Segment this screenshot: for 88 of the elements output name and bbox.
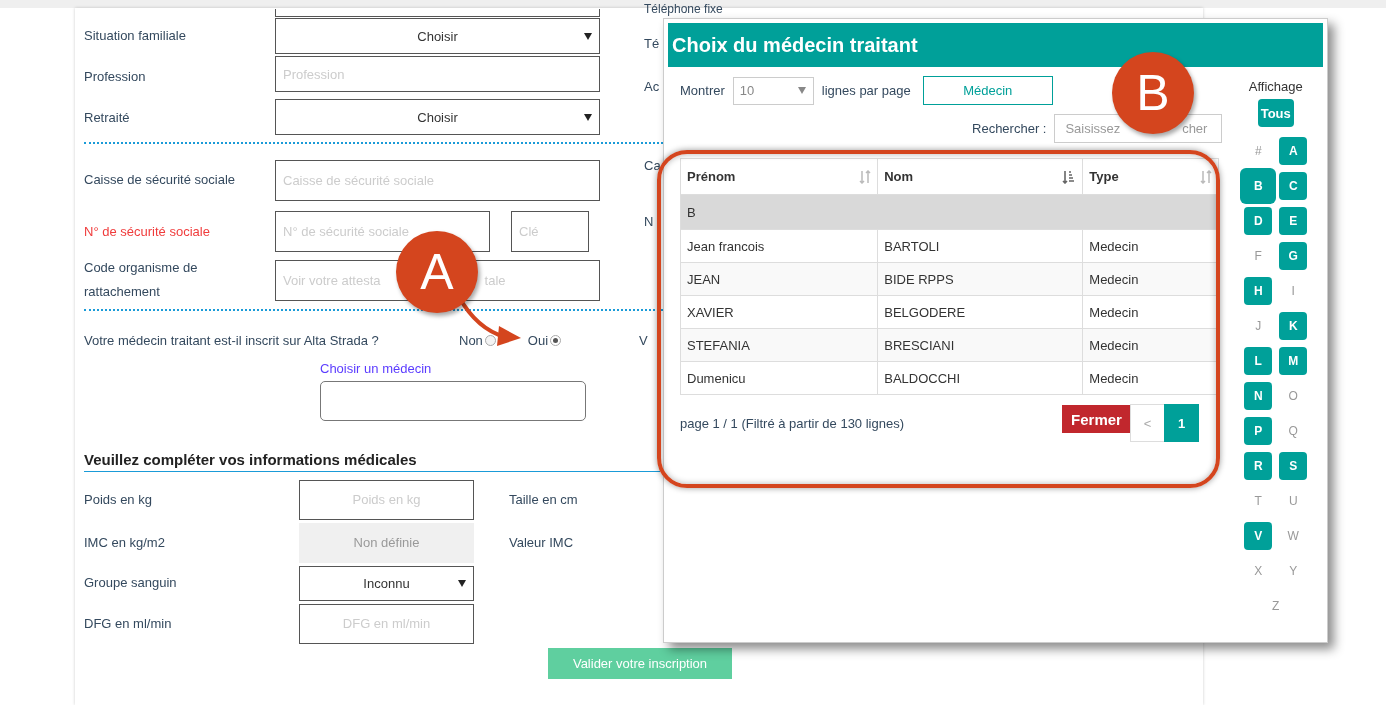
field-label: N [644,213,654,229]
field-label: Ca [644,157,661,173]
table-cell: BELGODERE [877,295,1083,329]
letter-button[interactable]: K [1279,311,1308,340]
close-button[interactable]: Fermer [1062,405,1131,433]
table-cell: JEAN [680,262,878,296]
letter-button[interactable]: P [1244,416,1273,445]
column-header[interactable]: Type [1082,158,1219,195]
letter-button[interactable]: T [1244,486,1273,515]
letter-button[interactable]: B [1240,167,1277,204]
field-label: Situation familiale [84,27,187,45]
field-label: Poids en kg [84,490,153,509]
column-header[interactable]: Prénom [680,158,878,195]
search-label: Rechercher : [972,120,1047,136]
letter-button[interactable]: Q [1279,416,1308,445]
letter-button[interactable]: A [1279,136,1308,165]
letter-button[interactable]: W [1279,521,1308,550]
sort-descending-icon[interactable] [1062,169,1077,184]
type-filter-button[interactable]: Médecin [922,76,1053,105]
table-info: page 1 / 1 (Filtré à partir de 130 lignes) [680,415,905,431]
page-size-label: lignes par page [821,83,911,98]
letter-button[interactable]: U [1279,486,1308,515]
field-label: DFG en ml/min [84,614,173,633]
letter-button[interactable]: J [1244,311,1273,340]
field-label: Retraité [84,109,131,127]
field-label: Té [644,36,660,53]
field-label: V [639,332,648,348]
question-text: Votre médecin traitant est-il inscrit sur Alta Strada ? [84,332,380,348]
letter-button[interactable]: G [1279,241,1308,270]
page-size-label: Montrer [680,83,725,98]
field-label: Valeur IMC [509,535,574,550]
page-size-select[interactable]: 10 [732,76,814,105]
table-cell: BALDOCCHI [877,361,1083,395]
letter-button[interactable]: Z [1261,591,1290,620]
caret-icon [584,32,592,40]
readonly-field: Non définie [299,522,474,563]
all-letters-button[interactable]: Tous [1257,99,1294,127]
filter-title: Affichage [1248,79,1303,94]
field-label: Code organisme de rattachement [84,259,199,301]
field-label: Taille en cm [509,492,578,507]
letter-button[interactable]: I [1279,276,1308,305]
letter-button[interactable]: # [1244,136,1273,165]
letter-button[interactable]: H [1244,276,1273,305]
page-button[interactable]: 1 [1164,404,1199,442]
table-cell: STEFANIA [680,328,878,362]
field-label: Ac [644,79,660,96]
letter-button[interactable]: X [1244,556,1273,585]
letter-button[interactable]: D [1244,206,1273,235]
select-field[interactable]: Inconnu [299,565,474,601]
radio-option[interactable]: Oui [527,332,562,348]
select-field[interactable]: Choisir [275,18,600,54]
table-cell: XAVIER [680,295,878,329]
caret-icon [584,113,592,121]
field-label: IMC en kg/m2 [84,533,166,552]
page-button[interactable]: < [1130,404,1165,442]
radio-icon[interactable] [484,334,496,346]
field-label: Caisse de sécurité sociale [84,171,237,189]
submit-button[interactable]: Valider votre inscription [548,648,732,679]
letter-button[interactable]: S [1279,451,1308,480]
letter-button[interactable]: L [1244,346,1273,375]
letter-button[interactable]: V [1244,521,1273,550]
field-label: Profession [84,67,147,86]
table-cell: BRESCIANI [877,328,1083,362]
table-cell: BIDE RPPS [877,262,1083,296]
caret-icon [797,87,806,94]
table-cell: Jean francois [680,229,878,263]
radio-icon[interactable] [550,334,562,346]
letter-button[interactable]: O [1279,381,1308,410]
letter-button[interactable]: C [1279,171,1308,200]
letter-button[interactable]: M [1279,346,1308,375]
letter-button[interactable]: E [1279,206,1308,235]
column-header[interactable]: Nom [877,158,1083,195]
caret-icon [458,579,466,587]
letter-button[interactable]: Y [1279,556,1308,585]
modal-title: Choix du médecin traitant [668,23,1323,67]
doctor-field[interactable] [320,381,586,421]
section-title: Veuillez compléter vos informations médicales [84,451,660,472]
table-cell: Dumenicu [680,361,878,395]
letter-button[interactable]: F [1244,241,1273,270]
letter-button[interactable]: N [1244,381,1273,410]
field-label: Groupe sanguin [84,574,178,592]
letter-button[interactable]: R [1244,451,1273,480]
field-label: Téléphone fixe [644,2,723,16]
select-field[interactable]: Choisir [275,99,600,135]
table-cell: BARTOLI [877,229,1083,263]
input-field[interactable] [275,8,600,17]
field-label: N° de sécurité sociale [84,222,211,241]
radio-option[interactable]: Non [459,332,496,348]
